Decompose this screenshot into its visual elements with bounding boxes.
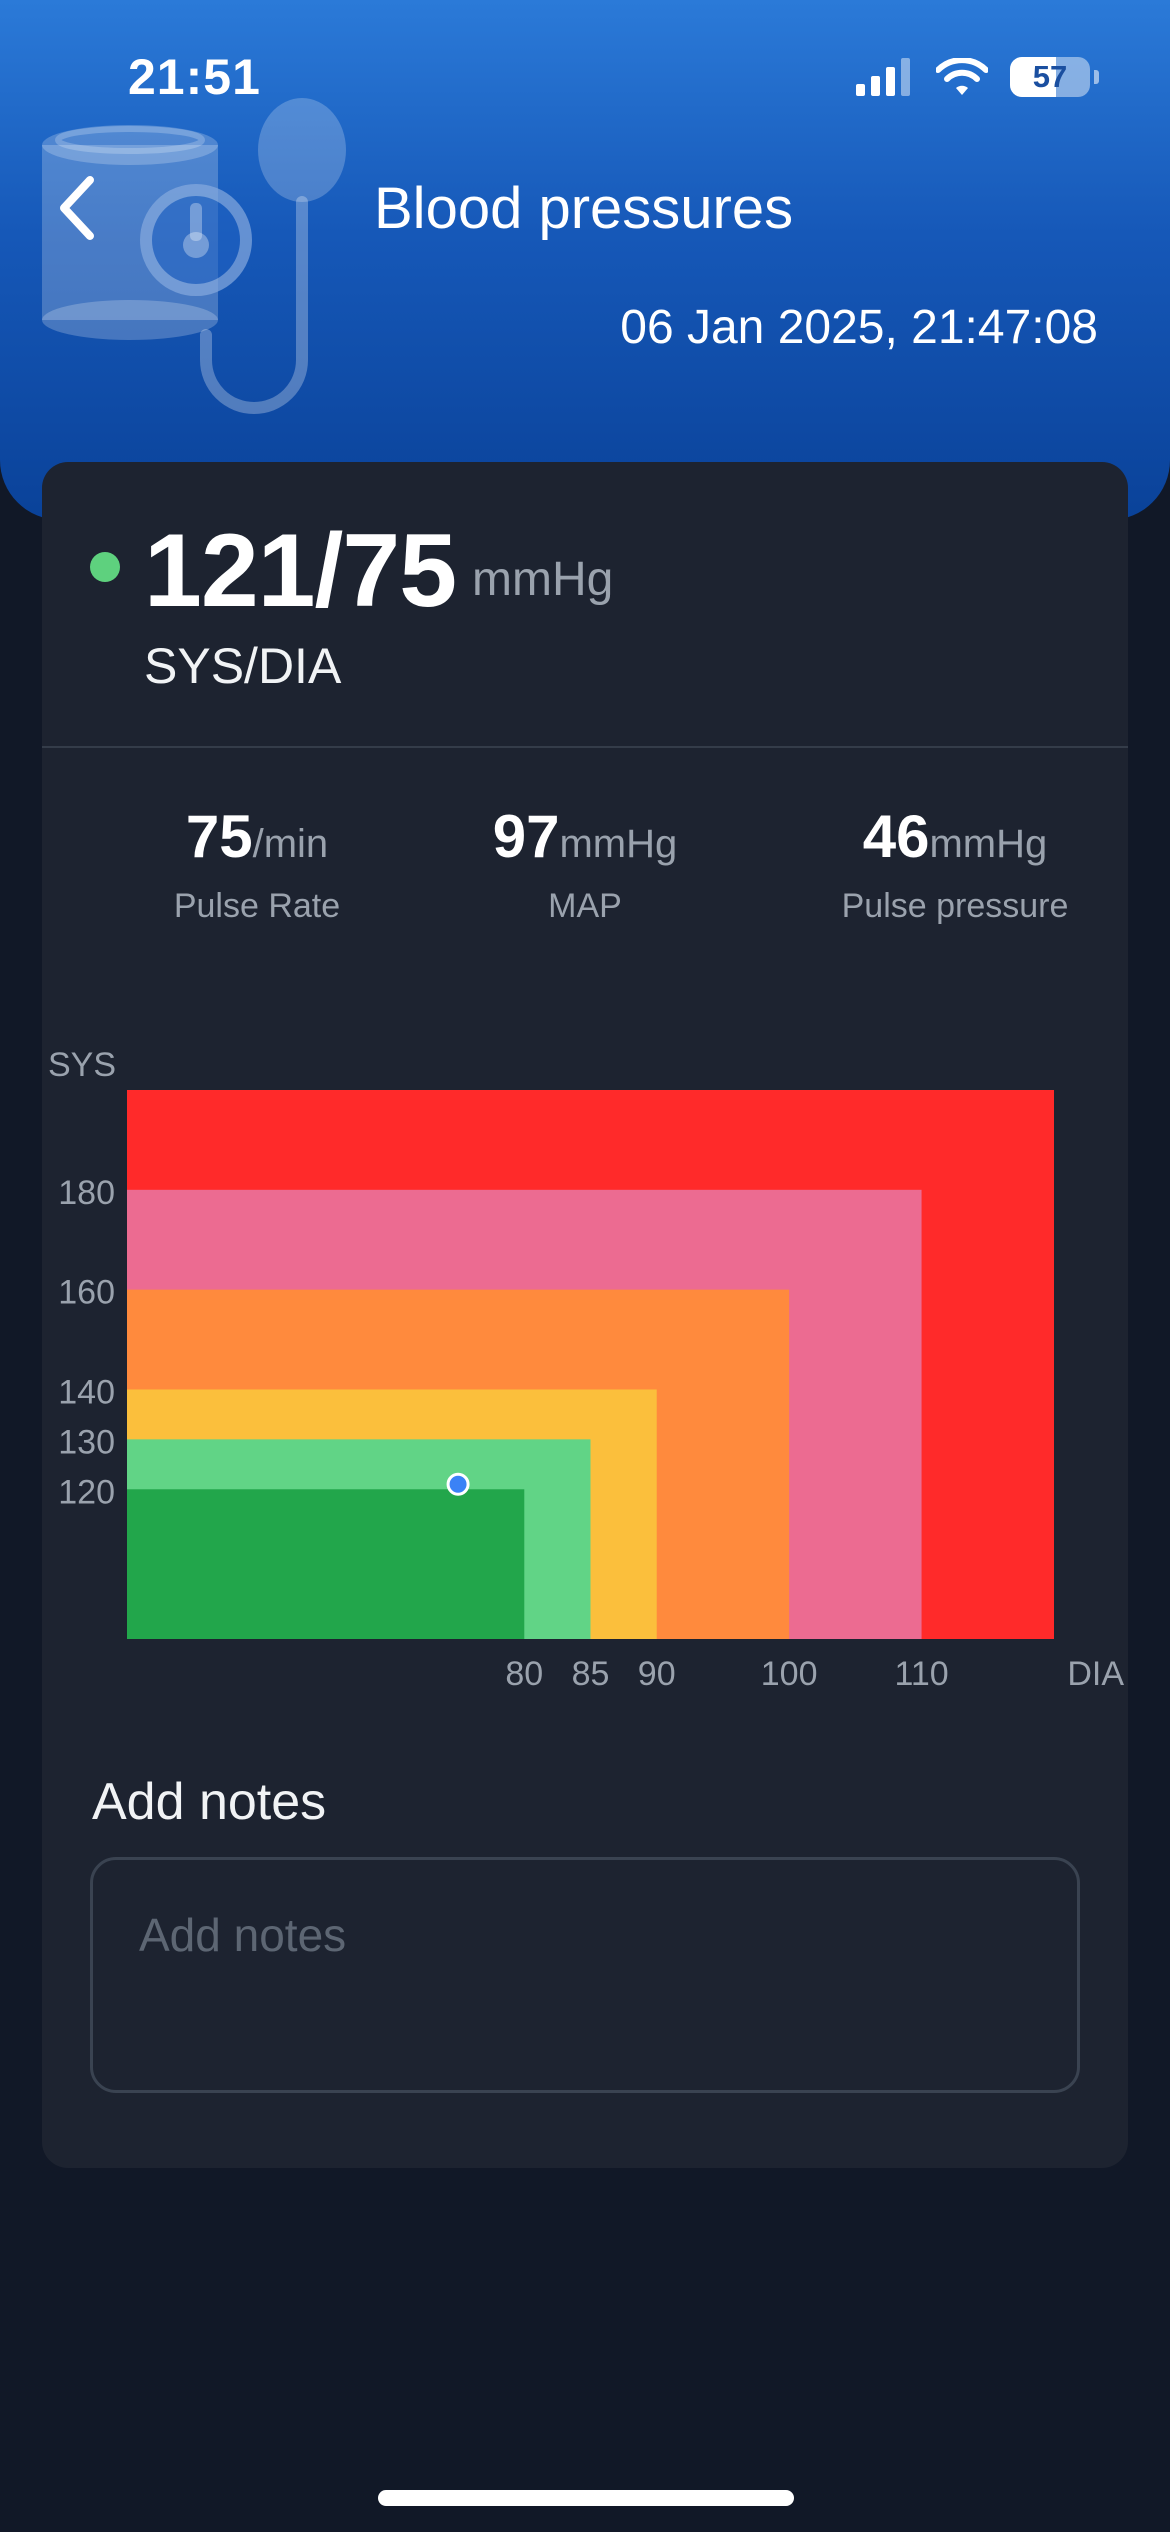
home-indicator [378,2490,794,2506]
wifi-icon [936,58,988,95]
bp-reading-value: 121/75 [144,513,457,629]
battery-icon: 57 [1010,57,1099,97]
divider [42,746,1128,748]
metric-unit: /min [252,822,329,866]
x-tick-label: 90 [638,1655,676,1693]
reading-point [446,1472,470,1496]
x-axis-label: DIA [1067,1655,1124,1693]
x-tick-label: 100 [761,1655,818,1693]
x-tick-label: 80 [505,1655,543,1693]
metric-value: 46 [862,803,930,870]
status-indicator-dot [90,552,120,582]
chart-zone-5 [127,1489,525,1639]
reading-card: 121/75 mmHg SYS/DIA 75/min Pulse Rate 97… [42,462,1128,2168]
y-tick-label: 120 [58,1473,115,1511]
battery-percentage: 57 [1032,59,1068,94]
y-tick-label: 180 [58,1174,115,1212]
page-title: Blood pressures [374,176,794,241]
blood-pressure-monitor-icon [42,98,346,414]
bp-classification-chart: 120 130 140 160 180 80 85 90 100 110 SYS DIA [48,1046,1124,1693]
notes-title: Add notes [92,1773,327,1831]
y-tick-label: 130 [58,1423,115,1461]
bp-reading-label: SYS/DIA [144,638,342,694]
x-tick-label: 110 [894,1655,948,1693]
notes-input[interactable]: Add notes [90,1857,1080,2093]
chevron-left-icon [60,176,94,240]
bp-reading-unit: mmHg [472,553,614,606]
y-axis-label: SYS [48,1046,116,1084]
metric-map: 97mmHg MAP [420,802,750,926]
x-tick-label: 85 [572,1655,610,1693]
header: 21:51 57 Blood pressures 06 Jan 2025, 21… [0,0,1170,520]
metric-label: Pulse pressure [841,887,1069,925]
back-button[interactable] [46,168,106,248]
metric-pulse-rate: 75/min Pulse Rate [92,802,422,926]
metric-value: 97 [492,803,560,870]
metric-unit: mmHg [559,822,678,866]
cellular-signal-icon [856,58,910,96]
y-tick-label: 160 [58,1274,115,1312]
metric-value: 75 [185,803,253,870]
y-tick-label: 140 [58,1373,115,1411]
notes-placeholder: Add notes [139,1909,347,1961]
metric-unit: mmHg [929,822,1048,866]
metric-pulse-pressure: 46mmHg Pulse pressure [790,802,1120,926]
metric-label: Pulse Rate [173,887,341,925]
measurement-timestamp: 06 Jan 2025, 21:47:08 [620,301,1098,354]
status-icons: 57 [856,52,1099,102]
metric-label: MAP [548,887,622,925]
